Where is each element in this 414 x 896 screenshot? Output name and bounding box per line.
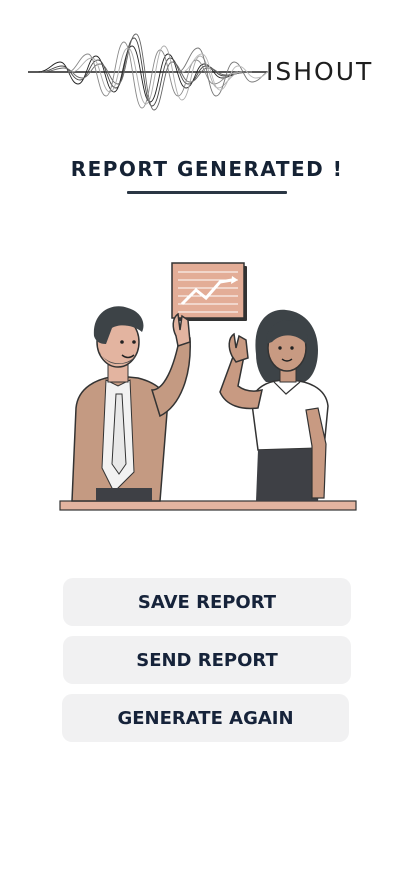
brand-name: ISHOUT (266, 57, 374, 86)
generate-again-button[interactable]: GENERATE AGAIN (62, 694, 349, 742)
two-people-high-five-with-growth-chart-icon (59, 262, 357, 511)
success-illustration (56, 258, 362, 516)
woman-figure (219, 309, 329, 501)
growth-chart-icon (171, 262, 247, 321)
sound-wave-icon (28, 33, 268, 111)
send-report-button[interactable]: SEND REPORT (63, 636, 351, 684)
save-report-button[interactable]: SAVE REPORT (63, 578, 351, 626)
man-figure (71, 306, 191, 502)
app-logo: ISHOUT (28, 26, 390, 118)
title-divider (127, 191, 287, 194)
page-title: REPORT GENERATED ! (70, 157, 344, 181)
